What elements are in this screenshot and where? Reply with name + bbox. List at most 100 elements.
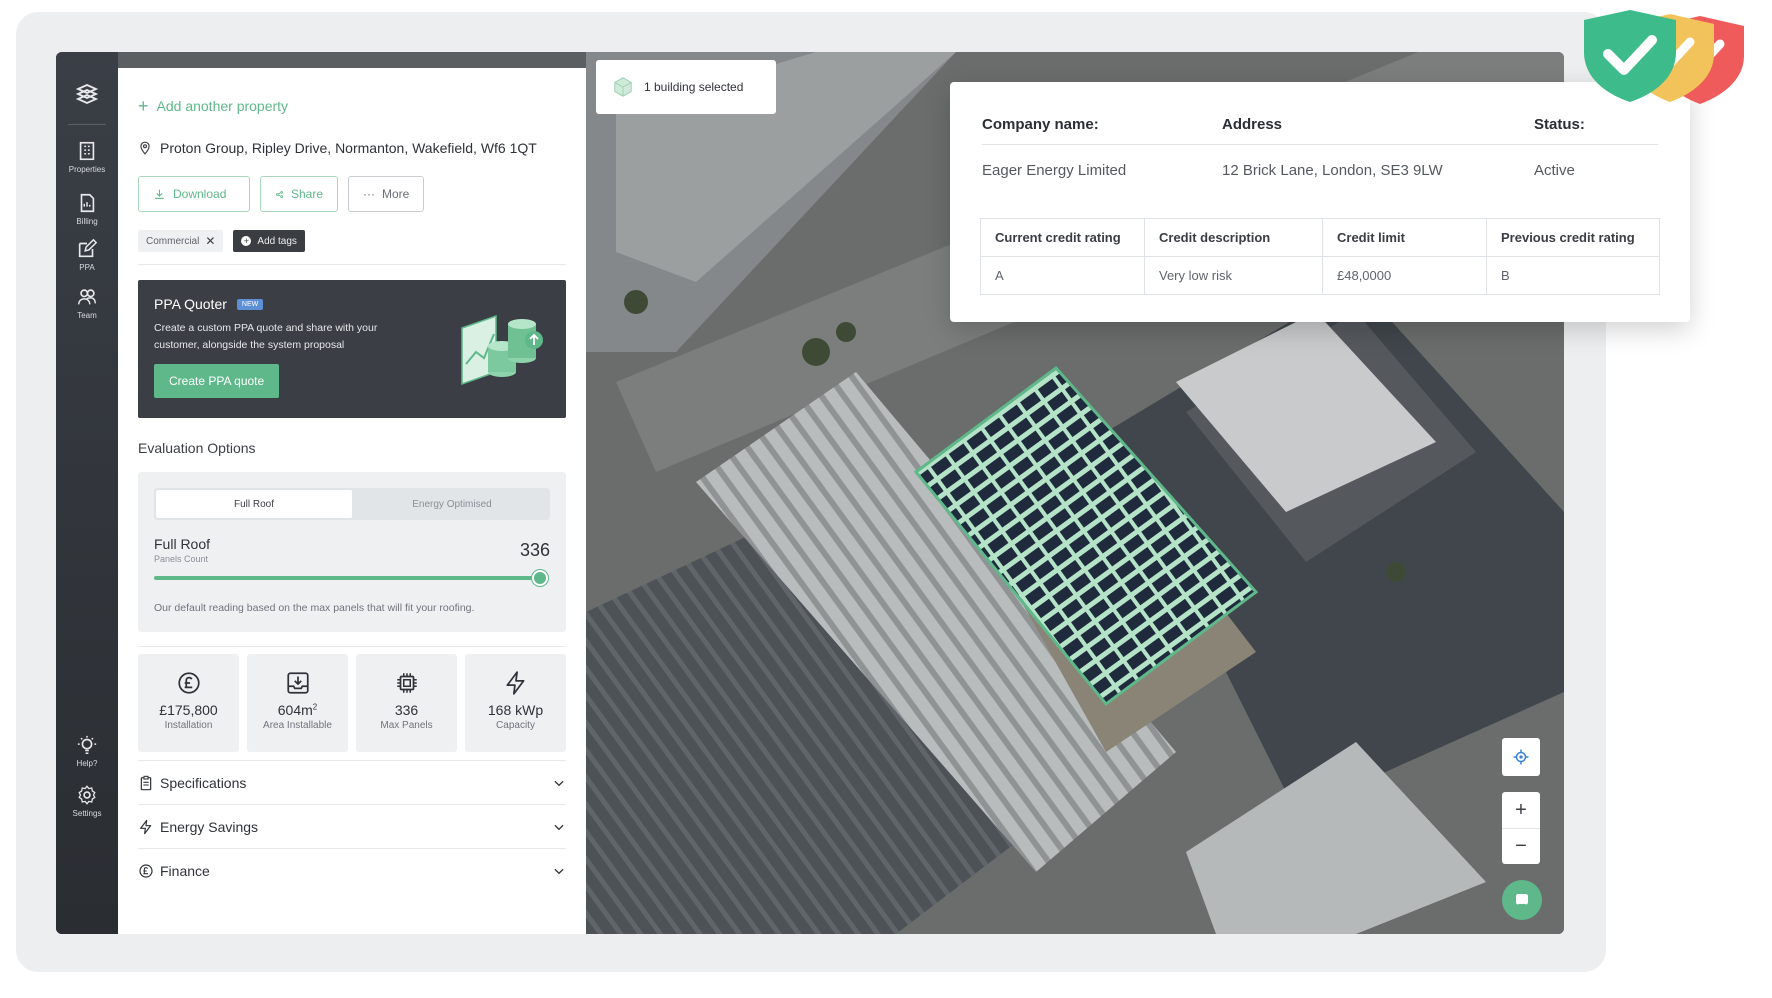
ppa-description: Create a custom PPA quote and share with… bbox=[154, 322, 378, 351]
add-tags-button[interactable]: + Add tags bbox=[233, 230, 305, 252]
download-label: Download bbox=[173, 187, 227, 201]
rail-item-ppa[interactable]: PPA bbox=[56, 238, 118, 272]
coins-chart-illustration-icon bbox=[461, 314, 543, 386]
stacked-layers-logo-icon[interactable] bbox=[75, 82, 99, 106]
evaluation-title: Evaluation Options bbox=[138, 440, 256, 456]
stat-label: Area Installable bbox=[263, 720, 332, 731]
full-roof-label: Full Roof bbox=[154, 536, 211, 552]
share-icon bbox=[275, 190, 284, 198]
add-property-link[interactable]: + Add another property bbox=[138, 96, 289, 116]
evaluation-card: Full Roof Energy Optimised Full Roof Pan… bbox=[138, 472, 566, 632]
location-pin-icon bbox=[140, 141, 150, 155]
tag-commercial[interactable]: Commercial ✕ bbox=[138, 230, 224, 252]
chat-icon bbox=[1516, 894, 1528, 906]
stat-label: Installation bbox=[164, 720, 213, 731]
edit-icon bbox=[78, 238, 98, 258]
chip-icon bbox=[396, 673, 417, 693]
table-cell: Very low risk bbox=[1144, 256, 1323, 295]
stat-capacity: 168 kWp Capacity bbox=[465, 654, 566, 752]
pound-icon bbox=[177, 672, 200, 694]
new-badge: NEW bbox=[236, 298, 264, 310]
share-button[interactable]: Share bbox=[260, 176, 338, 212]
rail-item-label: Team bbox=[77, 311, 97, 320]
rail-divider bbox=[68, 124, 106, 125]
download-button[interactable]: Download bbox=[138, 176, 250, 212]
lightbulb-icon bbox=[77, 735, 97, 754]
chat-button[interactable] bbox=[1502, 880, 1542, 920]
panels-count-label: Panels Count bbox=[154, 554, 209, 564]
address-text: Proton Group, Ripley Drive, Normanton, W… bbox=[160, 140, 537, 156]
company-name-value: Eager Energy Limited bbox=[982, 162, 1127, 179]
stat-installation: £175,800 Installation bbox=[138, 654, 239, 752]
address-value: 12 Brick Lane, London, SE3 9LW bbox=[1222, 162, 1443, 179]
divider bbox=[138, 264, 566, 265]
column-header: Credit limit bbox=[1322, 218, 1487, 257]
zoom-out-button[interactable]: − bbox=[1502, 828, 1540, 864]
accordion-label: Specifications bbox=[160, 774, 247, 791]
chevron-down-icon[interactable] bbox=[552, 864, 566, 878]
ppa-quoter-card: PPA Quoter NEW Create a custom PPA quote… bbox=[138, 280, 566, 418]
rail-item-team[interactable]: Team bbox=[56, 286, 118, 320]
tray-download-icon bbox=[286, 672, 309, 694]
bolt-icon bbox=[140, 819, 152, 834]
bill-icon bbox=[80, 193, 95, 213]
locate-button[interactable] bbox=[1502, 738, 1540, 776]
create-ppa-quote-button[interactable]: Create PPA quote bbox=[154, 364, 280, 398]
zoom-in-button[interactable]: + bbox=[1502, 792, 1540, 828]
close-icon[interactable]: ✕ bbox=[205, 234, 215, 248]
table-header-row: Current credit rating Credit description… bbox=[980, 218, 1660, 257]
selection-chip-label: 1 building selected bbox=[644, 80, 744, 94]
tag-row: Commercial ✕ + Add tags bbox=[138, 230, 305, 252]
rail-item-label: PPA bbox=[79, 263, 95, 272]
building-icon bbox=[79, 141, 95, 161]
share-label: Share bbox=[290, 187, 323, 201]
zoom-controls: + − bbox=[1502, 792, 1540, 864]
chevron-down-icon[interactable] bbox=[552, 820, 566, 834]
download-icon bbox=[155, 189, 164, 199]
company-info-card: Company name: Address Status: Eager Ener… bbox=[950, 82, 1690, 322]
rail-item-label: Billing bbox=[76, 217, 98, 226]
table-row: A Very low risk £48,0000 B bbox=[980, 256, 1660, 295]
rail-item-settings[interactable]: Settings bbox=[56, 784, 118, 818]
slider-handle[interactable] bbox=[532, 570, 548, 586]
rail-item-label: Properties bbox=[68, 165, 106, 174]
plus-circle-icon: + bbox=[241, 236, 252, 246]
credit-table: Current credit rating Credit description… bbox=[980, 218, 1660, 295]
add-property-label: Add another property bbox=[156, 98, 289, 114]
status-header: Status: bbox=[1534, 116, 1585, 133]
tab-full-roof[interactable]: Full Roof bbox=[156, 490, 352, 518]
accordion-finance[interactable]: Finance bbox=[138, 848, 566, 892]
table-cell: B bbox=[1486, 256, 1660, 295]
accordion-specifications[interactable]: Specifications bbox=[138, 760, 566, 804]
panels-slider[interactable] bbox=[154, 570, 548, 586]
column-header: Previous credit rating bbox=[1486, 218, 1660, 257]
pound-icon bbox=[139, 863, 153, 878]
crosshair-icon bbox=[1513, 749, 1529, 765]
ellipsis-icon: ··· bbox=[363, 187, 375, 201]
more-label: More bbox=[382, 187, 410, 201]
plus-icon: + bbox=[138, 96, 149, 116]
accordion-energy-savings[interactable]: Energy Savings bbox=[138, 804, 566, 848]
rail-item-help[interactable]: Help? bbox=[56, 734, 118, 768]
rail-item-billing[interactable]: Billing bbox=[56, 192, 118, 226]
chevron-down-icon[interactable] bbox=[552, 776, 566, 790]
property-panel: + Add another property Proton Group, Rip… bbox=[118, 68, 586, 934]
evaluation-note: Our default reading based on the max pan… bbox=[154, 602, 475, 614]
cube-icon bbox=[614, 77, 632, 97]
company-name-header: Company name: bbox=[982, 116, 1099, 133]
more-button[interactable]: ··· More bbox=[348, 176, 424, 212]
status-value: Active bbox=[1534, 162, 1575, 179]
stat-value: 336 bbox=[394, 702, 419, 718]
stat-area: 604m2 Area Installable bbox=[247, 654, 348, 752]
slider-fill bbox=[154, 576, 540, 580]
rail-item-label: Help? bbox=[76, 759, 98, 768]
ppa-quoter-title: PPA Quoter NEW bbox=[154, 296, 264, 312]
stat-value: £175,800 bbox=[159, 702, 218, 718]
area-superscript: 2 bbox=[312, 702, 318, 712]
rail-item-properties[interactable]: Properties bbox=[56, 140, 118, 174]
property-address: Proton Group, Ripley Drive, Normanton, W… bbox=[138, 140, 537, 156]
tab-energy-optimised[interactable]: Energy Optimised bbox=[354, 488, 550, 520]
accordion-label: Energy Savings bbox=[160, 818, 259, 835]
security-shields-icon bbox=[1584, 10, 1744, 104]
table-cell: £48,0000 bbox=[1322, 256, 1487, 295]
